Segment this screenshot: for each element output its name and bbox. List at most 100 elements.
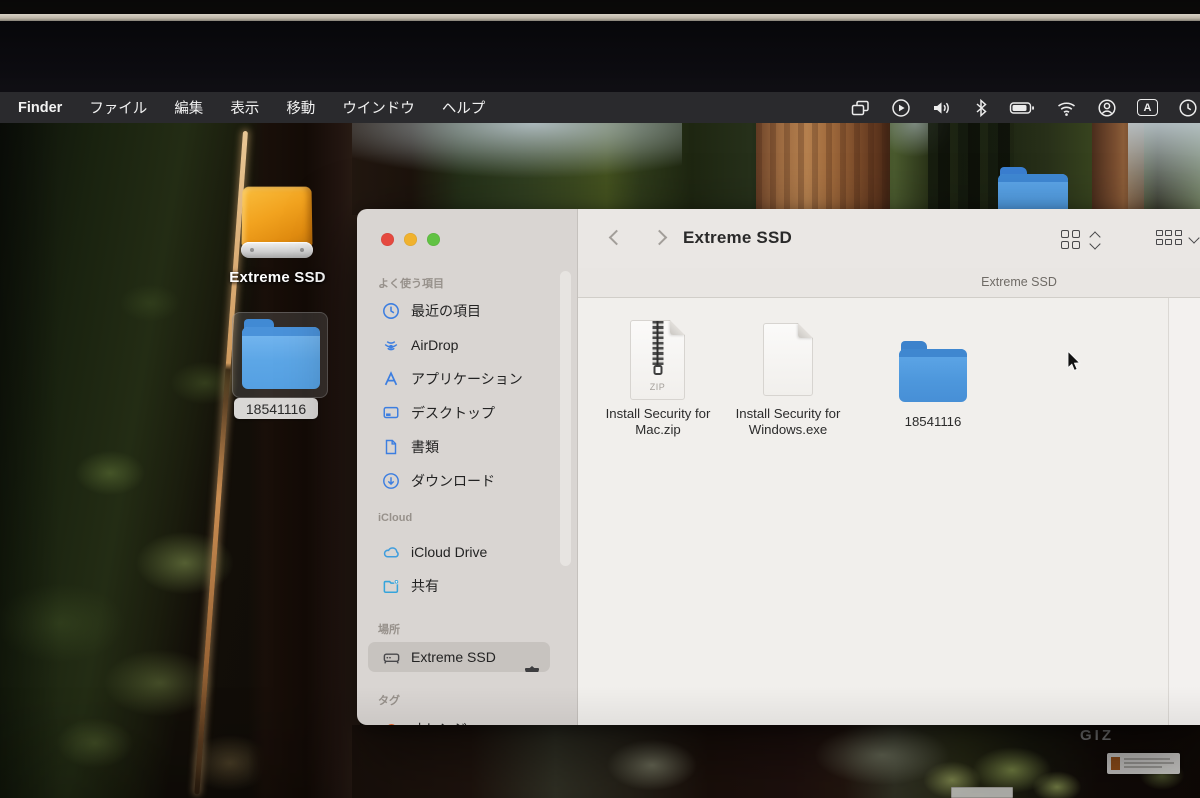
account-icon[interactable] <box>1097 97 1117 119</box>
external-drive-icon <box>381 647 401 667</box>
photo-sticker-partial <box>951 787 1013 798</box>
sidebar-item-label: iCloud Drive <box>411 544 487 560</box>
sidebar-item-label: デスクトップ <box>411 403 495 423</box>
menu-view[interactable]: 表示 <box>230 97 259 118</box>
exe-file-icon <box>763 323 813 396</box>
wifi-icon[interactable] <box>1056 97 1077 119</box>
photo-of-mac-screen: Finder ファイル 編集 表示 移動 ウインドウ ヘルプ <box>0 0 1200 798</box>
airdrop-icon <box>381 335 401 355</box>
play-icon[interactable] <box>891 97 911 119</box>
forward-button[interactable] <box>652 230 668 246</box>
sidebar: よく使う項目 最近の項目 AirDrop アプリケーション <box>357 209 578 725</box>
wallpaper-sky <box>1128 123 1200 215</box>
sidebar-item-recents[interactable]: 最近の項目 <box>368 296 550 326</box>
wallpaper-sequoia-trunk <box>756 123 890 215</box>
sidebar-header-locations: 場所 <box>378 621 400 637</box>
document-icon <box>381 437 401 457</box>
back-button[interactable] <box>609 230 625 246</box>
sidebar-item-shared[interactable]: 共有 <box>368 571 550 601</box>
desktop-folder-selection[interactable] <box>232 312 328 398</box>
desktop-folder-label[interactable]: 18541116 <box>234 398 318 419</box>
group-chevron-down-icon[interactable] <box>1188 232 1199 243</box>
folder-top-band <box>899 349 967 357</box>
desktop-icon <box>381 403 401 423</box>
group-header-label: Extreme SSD <box>959 275 1079 289</box>
close-button[interactable] <box>381 233 394 246</box>
menu-go[interactable]: 移動 <box>286 97 315 118</box>
content-right-strip <box>1169 298 1200 725</box>
sticker-line <box>1124 758 1170 760</box>
desktop-drive-label[interactable]: Extreme SSD <box>205 269 350 286</box>
sidebar-item-extreme-ssd[interactable]: Extreme SSD <box>368 642 550 672</box>
page-fold <box>798 323 813 338</box>
desktop-drive-icon[interactable] <box>242 186 312 260</box>
sidebar-item-airdrop[interactable]: AirDrop <box>368 330 550 360</box>
finder-window: よく使う項目 最近の項目 AirDrop アプリケーション <box>357 209 1200 725</box>
eject-icon[interactable] <box>525 650 539 663</box>
sidebar-header-favorites: よく使う項目 <box>378 275 444 291</box>
input-source-icon[interactable]: A <box>1137 97 1158 119</box>
volume-icon[interactable] <box>931 97 953 119</box>
zipper-pull <box>653 365 662 375</box>
orange-tag-icon <box>381 719 401 725</box>
sidebar-item-label: 書類 <box>411 437 439 457</box>
watermark: GIZ <box>1080 727 1114 744</box>
file-name: Install Security for Windows.exe <box>708 406 868 438</box>
sidebar-item-icloud-drive[interactable]: iCloud Drive <box>368 537 550 567</box>
drive-screw <box>250 248 254 252</box>
drive-body <box>242 187 313 247</box>
group-header-row: Extreme SSD <box>578 268 1200 298</box>
folder-body <box>242 327 320 389</box>
content-column-divider <box>1168 298 1169 725</box>
sidebar-item-label: アプリケーション <box>411 369 523 389</box>
download-icon <box>381 471 401 491</box>
sticker-line <box>1124 762 1174 764</box>
group-by-button[interactable] <box>1156 230 1183 248</box>
menu-finder[interactable]: Finder <box>18 100 62 116</box>
sidebar-item-label: オレンジ <box>411 719 467 725</box>
menu-window[interactable]: ウインドウ <box>342 97 415 118</box>
bluetooth-icon[interactable] <box>973 97 989 119</box>
file-content-area[interactable]: ZIP Install Security for Mac.zip Install… <box>578 298 1200 725</box>
screen-mirroring-icon[interactable] <box>850 97 871 119</box>
menu-edit[interactable]: 編集 <box>174 97 203 118</box>
file-name-line1: 18541116 <box>878 414 988 430</box>
mouse-cursor <box>1066 350 1082 377</box>
zoom-button[interactable] <box>427 233 440 246</box>
file-name-line1: Install Security for <box>708 406 868 422</box>
minimize-button[interactable] <box>404 233 417 246</box>
input-source-badge: A <box>1137 99 1158 116</box>
photo-sticker <box>1107 753 1180 774</box>
zipper <box>652 321 663 365</box>
menu-file[interactable]: ファイル <box>89 97 147 118</box>
sidebar-header-tags: タグ <box>378 692 400 708</box>
applications-icon <box>381 369 401 389</box>
battery-icon[interactable] <box>1009 97 1036 119</box>
window-title: Extreme SSD <box>683 228 792 248</box>
zip-file-icon: ZIP <box>630 320 685 400</box>
sidebar-header-icloud: iCloud <box>378 512 412 524</box>
folder-top-band <box>998 174 1068 182</box>
icon-view-button[interactable] <box>1061 230 1080 249</box>
sidebar-item-applications[interactable]: アプリケーション <box>368 364 550 394</box>
file-name: 18541116 <box>878 414 988 430</box>
cloud-icon <box>381 542 401 562</box>
clock-icon <box>381 301 401 321</box>
drive-screw <box>300 248 304 252</box>
sidebar-item-tag-orange[interactable]: オレンジ <box>368 714 550 725</box>
view-chevron-down-icon[interactable] <box>1089 238 1100 249</box>
sidebar-item-label: AirDrop <box>411 337 458 353</box>
folder-top-band <box>242 327 320 336</box>
sidebar-item-label: 共有 <box>411 576 439 596</box>
clock-icon[interactable] <box>1178 97 1198 119</box>
wallpaper-bottom-forest <box>352 725 1200 798</box>
sidebar-scrollbar[interactable] <box>560 271 571 566</box>
sidebar-item-documents[interactable]: 書類 <box>368 432 550 462</box>
sidebar-item-label: 最近の項目 <box>411 301 481 321</box>
desktop-folder-label-text: 18541116 <box>246 401 306 417</box>
sidebar-item-desktop[interactable]: デスクトップ <box>368 398 550 428</box>
menu-help[interactable]: ヘルプ <box>442 97 486 118</box>
window-toolbar: Extreme SSD <box>578 209 1200 268</box>
menu-bar: Finder ファイル 編集 表示 移動 ウインドウ ヘルプ <box>0 92 1200 123</box>
sidebar-item-downloads[interactable]: ダウンロード <box>368 466 550 496</box>
